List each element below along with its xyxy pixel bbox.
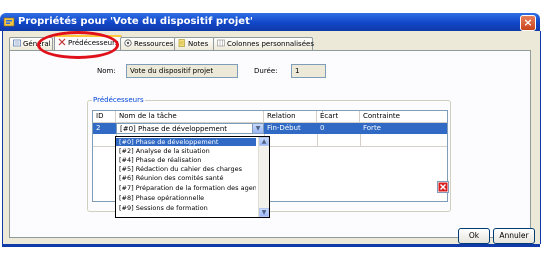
table-header: ID Nom de la tâche Relation Écart Contra… bbox=[93, 111, 447, 123]
tab-custom-columns[interactable]: Colonnes personnalisées bbox=[213, 37, 314, 50]
name-label: Nom: bbox=[97, 67, 116, 75]
app-icon bbox=[3, 17, 15, 27]
task-name-combo-value: [#0] Phase de développement bbox=[120, 125, 228, 133]
delete-predecessor-button[interactable] bbox=[437, 181, 449, 193]
tab-notes[interactable]: Notes bbox=[174, 37, 215, 50]
scroll-down-button[interactable]: ▼ bbox=[259, 208, 269, 217]
notes-icon bbox=[178, 39, 185, 47]
tab-resources[interactable]: Ressources bbox=[120, 37, 176, 50]
column-divider bbox=[317, 134, 318, 146]
task-dropdown-list[interactable]: [#0] Phase de développement [#2] Analyse… bbox=[115, 136, 270, 218]
cell-id[interactable]: 2 bbox=[93, 123, 116, 134]
window-bottom-border bbox=[2, 244, 540, 247]
combo-dropdown-button[interactable]: ▼ bbox=[252, 124, 263, 133]
column-header-gap[interactable]: Écart bbox=[317, 111, 360, 122]
close-icon: × bbox=[523, 16, 533, 29]
dropdown-scrollbar[interactable]: ▲ ▼ bbox=[258, 137, 269, 217]
ok-button[interactable]: Ok bbox=[458, 228, 490, 244]
tab-notes-label: Notes bbox=[188, 40, 209, 48]
properties-dialog: Propriétés pour 'Vote du dispositif proj… bbox=[0, 0, 544, 267]
chevron-down-icon: ▼ bbox=[255, 125, 261, 132]
tab-resources-label: Ressources bbox=[134, 40, 174, 48]
dropdown-option[interactable]: [#6] Réunion des comités santé bbox=[116, 174, 256, 182]
dropdown-option[interactable]: [#7] Préparation de la formation des age… bbox=[116, 184, 256, 192]
predecessors-group-title: Prédécesseurs bbox=[92, 96, 145, 104]
cell-relation[interactable]: Fin-Début bbox=[264, 123, 317, 134]
column-divider bbox=[360, 134, 361, 146]
column-header-task[interactable]: Nom de la tâche bbox=[116, 111, 264, 122]
duration-label: Durée: bbox=[254, 67, 278, 75]
chevron-down-icon: ▼ bbox=[261, 209, 267, 216]
dropdown-option[interactable]: [#9] Sessions de formation bbox=[116, 204, 256, 212]
duration-field: 1 bbox=[291, 64, 326, 78]
cell-gap[interactable]: 0 bbox=[317, 123, 360, 134]
resources-icon bbox=[124, 39, 132, 47]
dropdown-option[interactable]: [#2] Analyse de la situation bbox=[116, 147, 256, 155]
scroll-up-button[interactable]: ▲ bbox=[259, 137, 269, 146]
close-button[interactable]: × bbox=[520, 15, 536, 31]
dialog-body: Général Prédécesseurs Ressources Notes C… bbox=[2, 31, 541, 244]
dropdown-option[interactable]: [#8] Phase opérationnelle bbox=[116, 194, 256, 202]
delete-icon bbox=[438, 182, 448, 192]
dropdown-option[interactable]: [#0] Phase de développement bbox=[116, 138, 256, 146]
dropdown-option[interactable]: [#4] Phase de réalisation bbox=[116, 156, 256, 164]
tab-custom-columns-label: Colonnes personnalisées bbox=[227, 40, 314, 48]
chevron-up-icon: ▲ bbox=[261, 138, 267, 145]
column-header-constraint[interactable]: Contrainte bbox=[360, 111, 447, 122]
general-icon bbox=[13, 39, 21, 47]
cell-constraint[interactable]: Forte bbox=[360, 123, 447, 134]
columns-icon bbox=[217, 39, 225, 47]
title-bar[interactable]: Propriétés pour 'Vote du dispositif proj… bbox=[0, 13, 540, 31]
column-header-relation[interactable]: Relation bbox=[264, 111, 317, 122]
name-field: Vote du dispositif projet bbox=[126, 64, 238, 78]
highlight-circle bbox=[37, 31, 119, 59]
column-header-id[interactable]: ID bbox=[93, 111, 116, 122]
cancel-button[interactable]: Annuler bbox=[493, 228, 535, 244]
window-title: Propriétés pour 'Vote du dispositif proj… bbox=[18, 16, 253, 27]
task-name-combo[interactable]: [#0] Phase de développement ▼ bbox=[116, 123, 264, 134]
dropdown-option[interactable]: [#5] Rédaction du cahier des charges bbox=[116, 165, 256, 173]
